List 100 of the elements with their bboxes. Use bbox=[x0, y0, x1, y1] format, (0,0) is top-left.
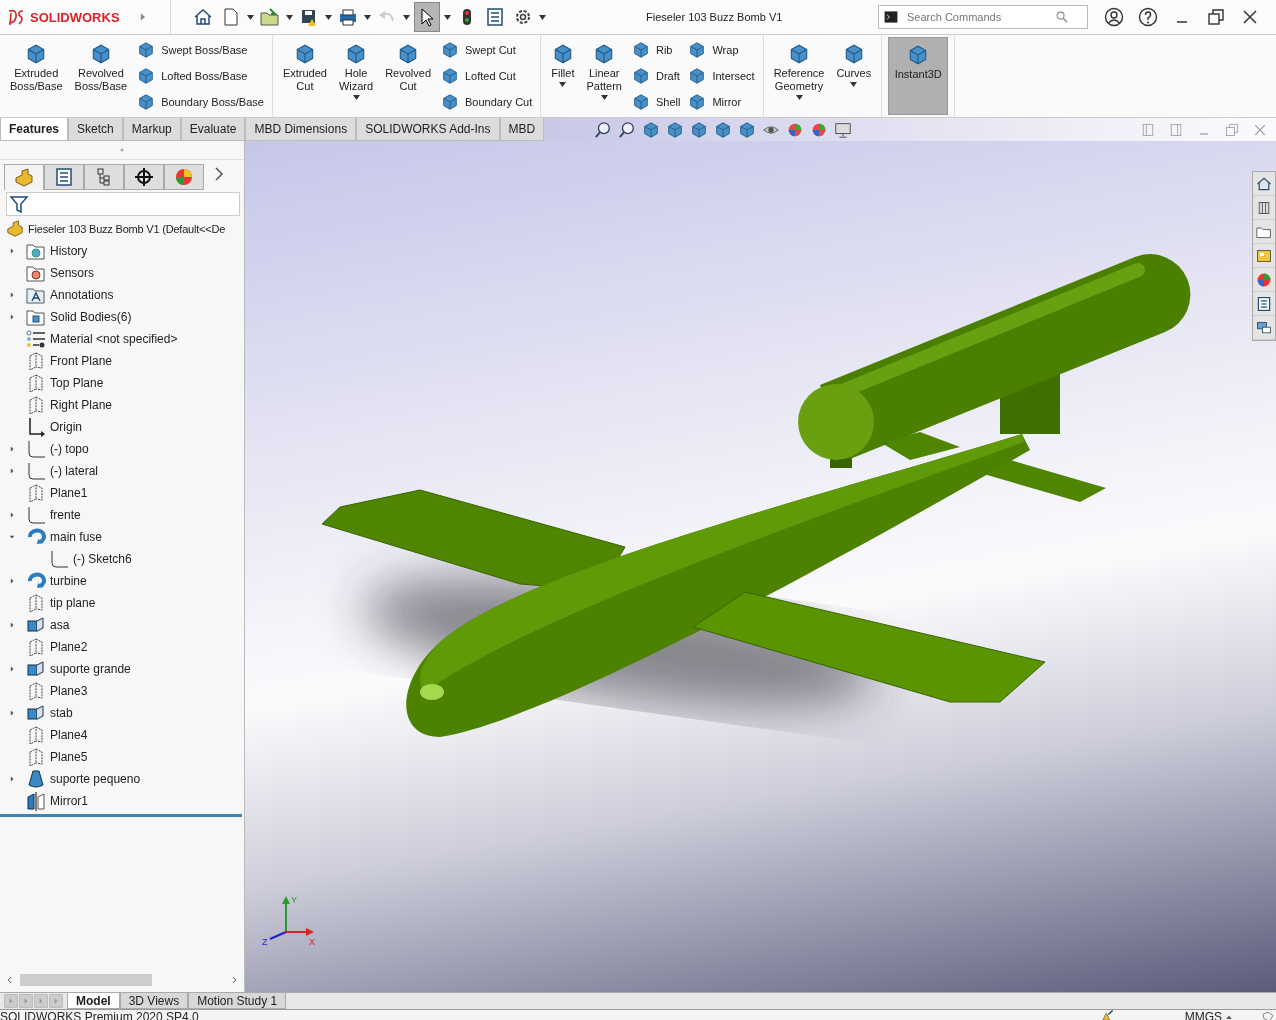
ribbon-command[interactable]: Extruded Cut bbox=[278, 37, 331, 115]
zoom-fit-icon[interactable] bbox=[594, 120, 613, 139]
tree-item[interactable]: Plane5 bbox=[50, 750, 88, 764]
caret-icon[interactable] bbox=[403, 14, 410, 20]
ribbon-command[interactable]: Fillet bbox=[547, 37, 579, 115]
caret-right-icon bbox=[8, 247, 16, 255]
tree-item[interactable]: frente bbox=[50, 508, 81, 522]
tree-item[interactable]: Plane2 bbox=[50, 640, 88, 654]
restore-icon[interactable] bbox=[1206, 7, 1226, 27]
tree-item[interactable]: main fuse bbox=[50, 530, 103, 544]
tree-item[interactable]: stab bbox=[50, 706, 73, 720]
monitor-icon[interactable] bbox=[834, 120, 853, 139]
tree-item[interactable]: turbine bbox=[50, 574, 87, 588]
ribbon-command[interactable]: Boundary Cut bbox=[439, 91, 535, 113]
ribbon-command[interactable]: Lofted Boss/Base bbox=[135, 65, 266, 87]
tag-icon[interactable] bbox=[1260, 1010, 1276, 1020]
caret-icon[interactable] bbox=[247, 14, 254, 20]
ribbon-command[interactable]: Shell bbox=[629, 91, 683, 113]
tree-item[interactable]: Plane1 bbox=[50, 486, 88, 500]
help-icon[interactable] bbox=[1138, 7, 1158, 27]
ribbon-command[interactable]: Rib bbox=[629, 39, 683, 61]
ribbon-command[interactable]: Swept Cut bbox=[439, 39, 535, 61]
ribbon-command[interactable]: Draft bbox=[629, 65, 683, 87]
tree-item[interactable]: Annotations bbox=[50, 288, 114, 302]
caret-icon[interactable] bbox=[559, 82, 567, 87]
model-view-tab[interactable]: Motion Study 1 bbox=[188, 993, 287, 1009]
command-tab[interactable]: Markup bbox=[122, 118, 181, 141]
command-tab[interactable]: Features bbox=[0, 118, 69, 141]
ribbon-command[interactable]: Reference Geometry bbox=[769, 37, 829, 115]
aircraft-model-drawing[interactable] bbox=[321, 254, 1191, 737]
caret-icon[interactable] bbox=[325, 14, 332, 20]
ribbon-command[interactable]: Swept Boss/Base bbox=[135, 39, 266, 61]
tree-item[interactable]: (-) lateral bbox=[50, 464, 98, 478]
caret-icon[interactable] bbox=[600, 95, 608, 100]
task-pane-button[interactable] bbox=[1253, 220, 1275, 244]
tree-item[interactable]: Mirror1 bbox=[50, 794, 88, 808]
caret-icon[interactable] bbox=[850, 82, 858, 87]
tree-item[interactable]: tip plane bbox=[50, 596, 96, 610]
panel-right-icon[interactable] bbox=[1168, 121, 1184, 138]
tree-item[interactable]: Material <not specified> bbox=[50, 332, 178, 346]
filter-field[interactable] bbox=[6, 192, 240, 216]
cube-icon[interactable] bbox=[738, 120, 757, 139]
zoom-area-icon[interactable] bbox=[618, 120, 637, 139]
tree-item[interactable]: (-) Sketch6 bbox=[73, 552, 132, 566]
command-tab[interactable]: Sketch bbox=[68, 118, 123, 141]
panel-left-icon[interactable] bbox=[1140, 121, 1156, 138]
ribbon-command[interactable]: Hole Wizard bbox=[334, 37, 378, 115]
caret-icon[interactable] bbox=[286, 14, 293, 20]
tree-item[interactable]: Sensors bbox=[50, 266, 95, 280]
ribbon-command[interactable]: Mirror bbox=[686, 91, 757, 113]
task-pane-button[interactable] bbox=[1253, 172, 1275, 196]
task-pane-button[interactable] bbox=[1253, 316, 1275, 340]
ribbon-command[interactable]: Lofted Cut bbox=[439, 65, 535, 87]
command-tab[interactable]: MBD bbox=[499, 118, 545, 141]
task-pane-button[interactable] bbox=[1253, 196, 1275, 220]
extrude-icon bbox=[26, 703, 46, 723]
command-tab[interactable]: MBD Dimensions bbox=[245, 118, 357, 141]
tree-item[interactable]: suporte grande bbox=[50, 662, 131, 676]
tree-item[interactable]: Front Plane bbox=[50, 354, 113, 368]
tree-item[interactable]: Fieseler 103 Buzz Bomb V1 (Default<<De bbox=[28, 223, 226, 235]
search-input[interactable]: Search Commands bbox=[905, 10, 1049, 24]
command-tab[interactable]: SOLIDWORKS Add-Ins bbox=[356, 118, 500, 141]
select-button[interactable] bbox=[414, 2, 440, 32]
tree-item[interactable]: suporte pequeno bbox=[50, 772, 141, 786]
ribbon-command[interactable]: Instant3D bbox=[888, 37, 949, 115]
caret-icon[interactable] bbox=[352, 95, 360, 100]
command-tab[interactable]: Evaluate bbox=[180, 118, 246, 141]
tree-item[interactable]: asa bbox=[50, 618, 70, 632]
caret-icon[interactable] bbox=[539, 14, 546, 20]
search-field[interactable]: Search Commands bbox=[878, 5, 1088, 29]
tree-item[interactable]: Top Plane bbox=[50, 376, 104, 390]
tree-item[interactable]: Right Plane bbox=[50, 398, 113, 412]
palette-icon bbox=[1256, 247, 1272, 264]
tree-item[interactable]: Plane4 bbox=[50, 728, 88, 742]
ribbon-command[interactable]: Revolved Boss/Base bbox=[70, 37, 132, 115]
model-view-tab[interactable]: 3D Views bbox=[119, 993, 189, 1009]
caret-icon[interactable] bbox=[364, 14, 371, 20]
panel-tab[interactable] bbox=[124, 164, 164, 190]
tree-item[interactable]: History bbox=[50, 244, 88, 258]
ribbon-command[interactable]: Intersect bbox=[686, 65, 757, 87]
tree-item[interactable]: Origin bbox=[50, 420, 82, 434]
task-pane-button[interactable] bbox=[1253, 292, 1275, 316]
tree-item[interactable]: Solid Bodies(6) bbox=[50, 310, 132, 324]
task-pane-button[interactable] bbox=[1253, 268, 1275, 292]
task-pane-button[interactable] bbox=[1253, 244, 1275, 268]
caret-icon[interactable] bbox=[795, 95, 803, 100]
ribbon-command[interactable]: Revolved Cut bbox=[381, 37, 435, 115]
tree-item[interactable]: (-) topo bbox=[50, 442, 89, 456]
ribbon-command[interactable]: Wrap bbox=[686, 39, 757, 61]
sketch-icon bbox=[26, 439, 46, 459]
ribbon-command[interactable]: Extruded Boss/Base bbox=[6, 37, 67, 115]
tree-item[interactable]: Plane3 bbox=[50, 684, 88, 698]
user-icon[interactable] bbox=[1104, 7, 1124, 27]
plane-icon bbox=[26, 747, 46, 767]
ribbon-command[interactable]: Curves bbox=[832, 37, 876, 115]
ribbon-command[interactable]: Linear Pattern bbox=[582, 37, 626, 115]
caret-icon[interactable] bbox=[444, 14, 451, 20]
cube-icon[interactable] bbox=[714, 120, 733, 139]
ribbon-command[interactable]: Boundary Boss/Base bbox=[135, 91, 266, 113]
model-view-tab[interactable]: Model bbox=[67, 993, 120, 1009]
